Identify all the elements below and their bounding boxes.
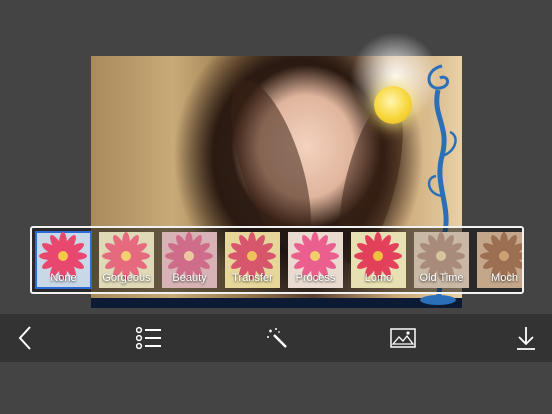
filter-thumb[interactable]: Lomo bbox=[351, 232, 406, 288]
filter-label: Moch bbox=[491, 272, 518, 284]
filter-thumb[interactable]: Transfer bbox=[225, 232, 280, 288]
back-chevron-icon bbox=[18, 326, 31, 350]
filter-thumb[interactable]: None bbox=[35, 231, 92, 289]
filter-label: Gorgeous bbox=[102, 272, 151, 284]
filter-label: Old Time bbox=[419, 272, 464, 284]
download-icon bbox=[517, 327, 535, 350]
filter-label: Process bbox=[295, 272, 336, 284]
bottom-toolbar bbox=[0, 314, 552, 362]
magic-wand-icon bbox=[267, 328, 287, 348]
filter-thumb[interactable]: Old Time bbox=[414, 232, 469, 288]
filter-strip[interactable]: None Gorgeous Beauty Transfer Process Lomo Old… bbox=[30, 226, 524, 294]
image-button[interactable] bbox=[388, 314, 418, 362]
sun-sticker[interactable] bbox=[374, 86, 412, 124]
filter-label: Transfer bbox=[232, 272, 273, 284]
magic-wand-button[interactable] bbox=[262, 314, 292, 362]
filter-thumb[interactable]: Gorgeous bbox=[99, 232, 154, 288]
list-button[interactable] bbox=[132, 314, 166, 362]
download-button[interactable] bbox=[512, 314, 540, 362]
filter-thumb[interactable]: Beauty bbox=[162, 232, 217, 288]
image-icon bbox=[390, 328, 416, 348]
frame-bottom-border bbox=[91, 298, 462, 308]
filter-label: Beauty bbox=[172, 272, 207, 284]
list-icon bbox=[136, 326, 161, 350]
filter-label: None bbox=[50, 272, 77, 284]
back-button[interactable] bbox=[10, 314, 40, 362]
filter-thumb[interactable]: Moch bbox=[477, 232, 522, 288]
filter-thumb[interactable]: Process bbox=[288, 232, 343, 288]
filter-label: Lomo bbox=[364, 272, 393, 284]
